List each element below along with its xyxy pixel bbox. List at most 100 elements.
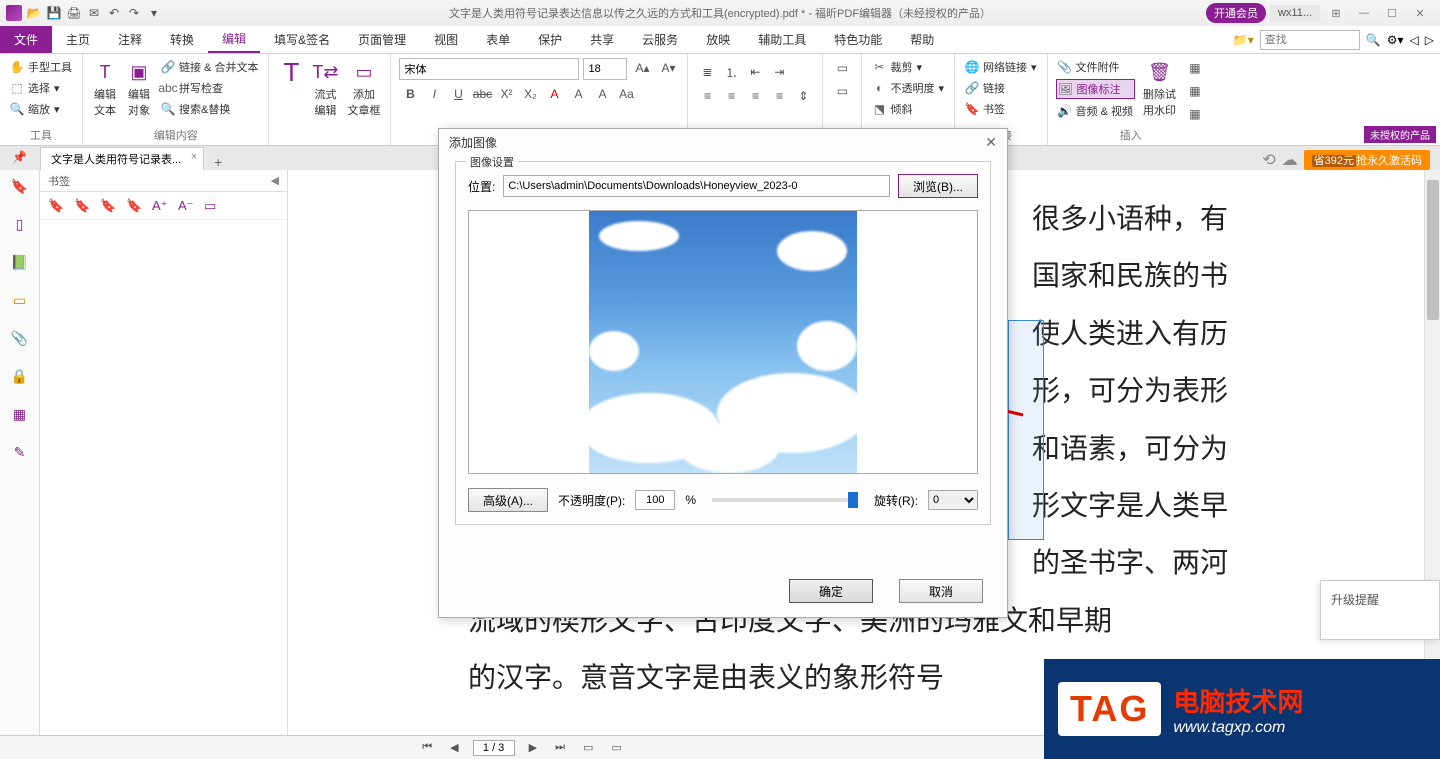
grow-font-icon[interactable]: A▴ (631, 58, 653, 78)
undo-icon[interactable]: ↶ (106, 5, 122, 21)
menu-help[interactable]: 帮助 (896, 26, 948, 53)
gear-icon[interactable]: ⚙▾ (1387, 33, 1404, 47)
slider-thumb[interactable] (848, 492, 858, 508)
save-icon[interactable]: 💾 (46, 5, 62, 21)
flow-edit-button[interactable]: T⇄流式 编辑 (311, 58, 339, 120)
menu-special[interactable]: 特色功能 (820, 26, 896, 53)
promo-badge[interactable]: 省392元抢永久激活码 (1304, 150, 1430, 170)
opacity-button[interactable]: ◐不透明度 ▾ (870, 79, 946, 97)
collapse-panel-icon[interactable]: ◀ (271, 174, 279, 187)
bookmark-button[interactable]: 🔖书签 (963, 100, 1039, 118)
bm-icon2[interactable]: 🔖 (74, 198, 90, 214)
menu-cloud[interactable]: 云服务 (628, 26, 692, 53)
menu-present[interactable]: 放映 (692, 26, 744, 53)
split1-icon[interactable]: ▭ (831, 58, 853, 78)
minimize-icon[interactable]: — (1352, 4, 1376, 22)
cloud-sync-icon[interactable]: ⟲ (1262, 150, 1275, 170)
location-input[interactable] (503, 175, 890, 197)
advanced-button[interactable]: 高级(A)... (468, 488, 548, 512)
grid-icon[interactable]: ⊞ (1324, 4, 1348, 22)
search-input[interactable] (1260, 30, 1360, 50)
cloud-icon[interactable]: ☁ (1282, 150, 1298, 170)
sb-extra1-icon[interactable]: ▭ (579, 741, 597, 754)
bold-button[interactable]: B (399, 84, 421, 104)
bullets-icon[interactable]: ≣ (696, 62, 718, 82)
add-textbox-button[interactable]: ▭添加 文章框 (345, 58, 382, 120)
case-button[interactable]: Aa (615, 84, 637, 104)
tab-close-icon[interactable]: × (191, 151, 197, 163)
menu-share[interactable]: 共享 (576, 26, 628, 53)
pin-icon[interactable]: 📌 (12, 150, 27, 164)
comments-panel-icon[interactable]: ▭ (10, 290, 30, 310)
align-left-icon[interactable]: ≡ (696, 86, 718, 106)
image-annotation-button[interactable]: 🖼图像标注 (1056, 79, 1135, 99)
line-spacing-icon[interactable]: ⇕ (792, 86, 814, 106)
subscript-button[interactable]: X₂ (519, 84, 541, 104)
split2-icon[interactable]: ▭ (831, 81, 853, 101)
opacity-input[interactable] (635, 490, 675, 510)
strike-button[interactable]: abc (471, 84, 493, 104)
close-icon[interactable]: ✕ (1408, 4, 1432, 22)
scroll-thumb[interactable] (1427, 180, 1439, 320)
ok-button[interactable]: 确定 (789, 579, 873, 603)
menu-annotate[interactable]: 注释 (104, 26, 156, 53)
selection-box[interactable] (1008, 320, 1044, 540)
indent-icon[interactable]: ⇥ (768, 62, 790, 82)
align-center-icon[interactable]: ≡ (720, 86, 742, 106)
menu-fill-sign[interactable]: 填写&签名 (260, 26, 344, 53)
superscript-button[interactable]: X² (495, 84, 517, 104)
web-link-button[interactable]: 🌐网络链接 ▾ (963, 58, 1039, 76)
link-merge-button[interactable]: 🔗链接 & 合并文本 (159, 58, 260, 76)
search-icon[interactable]: 🔍 (1366, 33, 1381, 47)
attachments-panel-icon[interactable]: 📎 (10, 328, 30, 348)
menu-assist[interactable]: 辅助工具 (744, 26, 820, 53)
underline-button[interactable]: U (447, 84, 469, 104)
search-replace-button[interactable]: 🔍搜索&替换 (159, 100, 260, 118)
clear-format-button[interactable]: A (591, 84, 613, 104)
highlight-button[interactable]: A (567, 84, 589, 104)
page-input[interactable] (473, 740, 515, 756)
add-tab-button[interactable]: + (204, 154, 232, 170)
pages-panel-icon[interactable]: ▯ (10, 214, 30, 234)
edit-text-button[interactable]: T编辑 文本 (91, 58, 119, 120)
dialog-close-icon[interactable]: ✕ (985, 134, 997, 151)
font-size-combo[interactable] (583, 58, 627, 80)
audio-video-button[interactable]: 🔊音频 & 视频 (1056, 102, 1135, 120)
ins3-icon[interactable]: ▦ (1184, 104, 1206, 124)
fields-panel-icon[interactable]: ▦ (10, 404, 30, 424)
folder-icon[interactable]: 📁▾ (1233, 33, 1254, 47)
security-panel-icon[interactable]: 🔒 (10, 366, 30, 386)
menu-convert[interactable]: 转换 (156, 26, 208, 53)
justify-icon[interactable]: ≡ (768, 86, 790, 106)
sb-extra2-icon[interactable]: ▭ (607, 741, 625, 754)
bm-icon4[interactable]: 🔖 (126, 198, 142, 214)
rotate-select[interactable]: 0 (928, 490, 978, 510)
menu-form[interactable]: 表单 (472, 26, 524, 53)
opacity-slider[interactable] (712, 498, 858, 502)
menu-protect[interactable]: 保护 (524, 26, 576, 53)
qa-more-icon[interactable]: ▾ (146, 5, 162, 21)
menu-edit[interactable]: 编辑 (208, 26, 260, 53)
menu-file[interactable]: 文件 (0, 26, 52, 53)
crop-button[interactable]: ✂裁剪 ▾ (870, 58, 946, 76)
link-button[interactable]: 🔗链接 (963, 79, 1039, 97)
layers-panel-icon[interactable]: 📗 (10, 252, 30, 272)
nav-prev-icon[interactable]: ◁ (1410, 33, 1419, 47)
print-icon[interactable]: 🖨 (66, 5, 82, 21)
first-page-icon[interactable]: ⏮ (418, 741, 436, 754)
cancel-button[interactable]: 取消 (899, 579, 983, 603)
align-right-icon[interactable]: ≡ (744, 86, 766, 106)
numbering-icon[interactable]: ⒈ (720, 62, 742, 82)
vip-button[interactable]: 开通会员 (1206, 3, 1266, 23)
zoom-tool[interactable]: 🔍缩放 ▾ (8, 100, 74, 118)
bm-inc-icon[interactable]: A⁺ (152, 198, 168, 214)
outdent-icon[interactable]: ⇤ (744, 62, 766, 82)
bm-icon3[interactable]: 🔖 (100, 198, 116, 214)
bm-more-icon[interactable]: ▭ (204, 198, 220, 214)
hand-tool[interactable]: ✋手型工具 (8, 58, 74, 76)
redo-icon[interactable]: ↷ (126, 5, 142, 21)
shrink-font-icon[interactable]: A▾ (657, 58, 679, 78)
maximize-icon[interactable]: ☐ (1380, 4, 1404, 22)
italic-button[interactable]: I (423, 84, 445, 104)
vertical-scrollbar[interactable] (1424, 170, 1440, 735)
